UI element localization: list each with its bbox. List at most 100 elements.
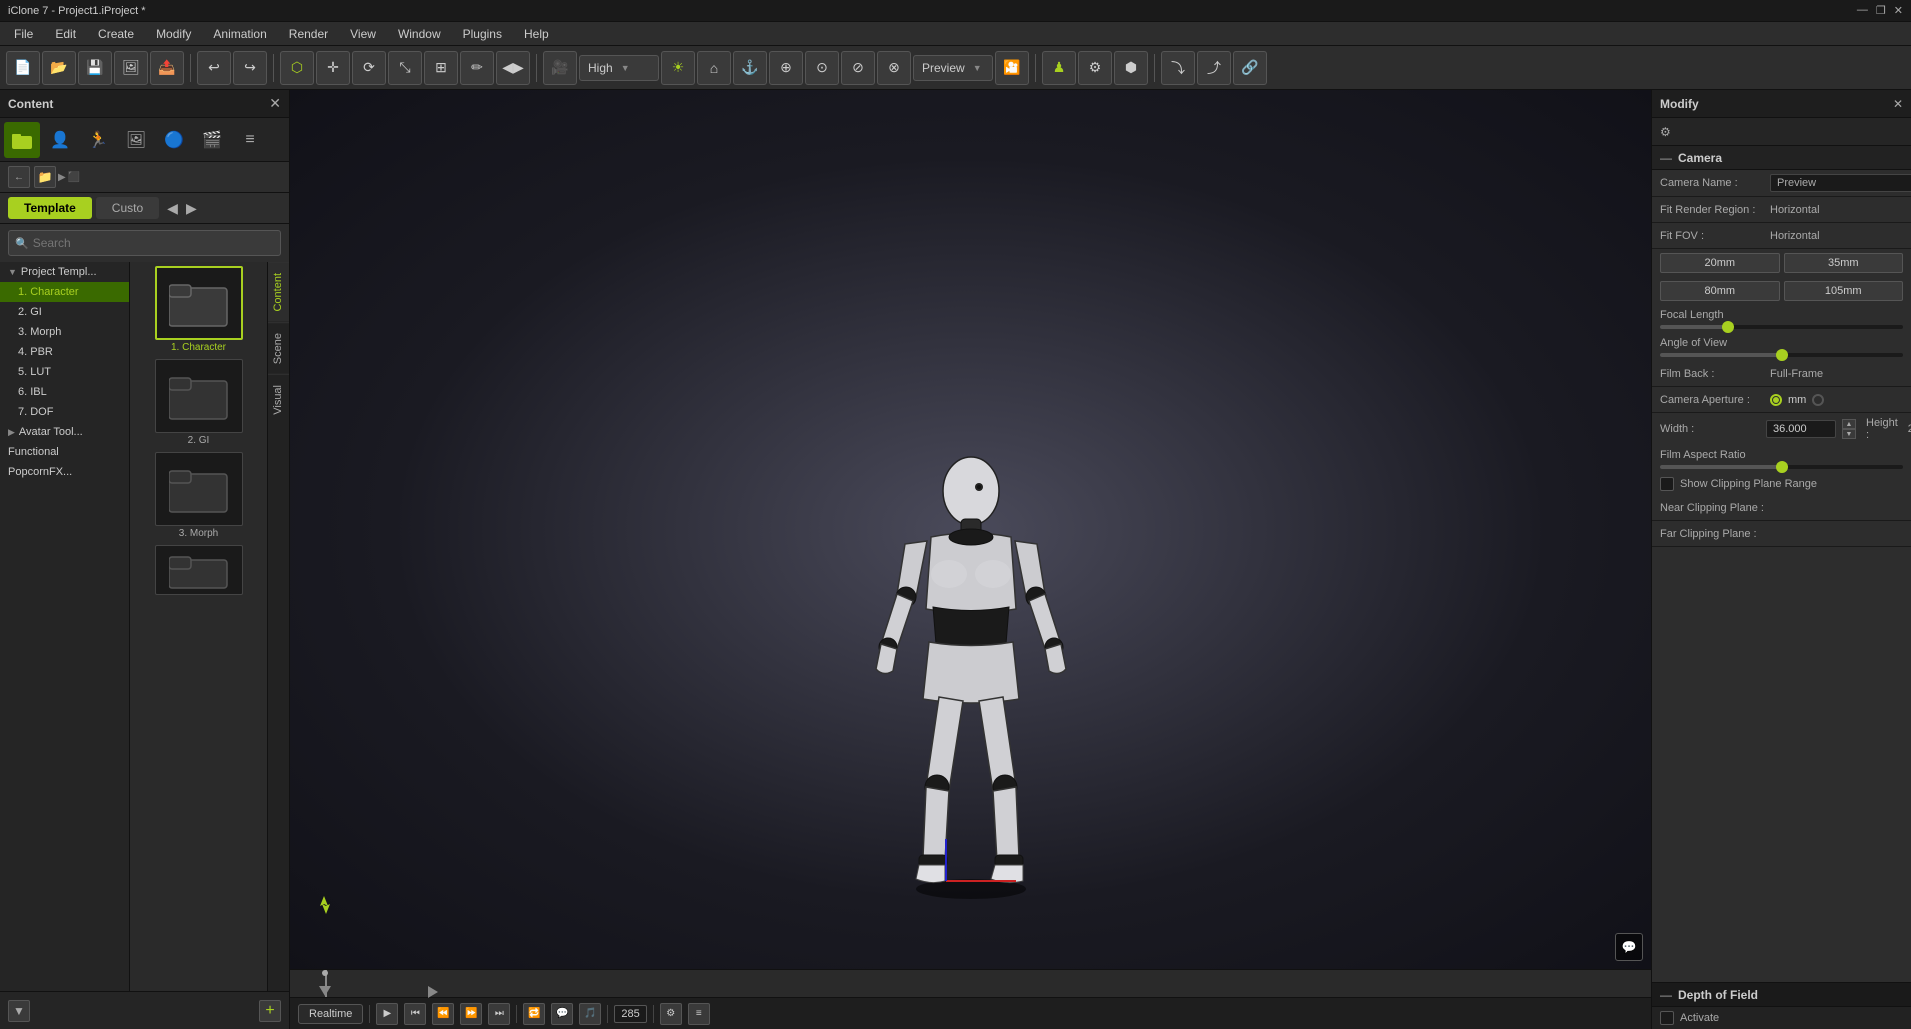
select-tool[interactable]: ⬡: [280, 51, 314, 85]
render-button[interactable]: 🖼: [114, 51, 148, 85]
rotate-tool[interactable]: ⟳: [352, 51, 386, 85]
width-input[interactable]: [1766, 420, 1836, 438]
tab-nav-arrow[interactable]: ◀: [167, 200, 178, 217]
anchor-btn[interactable]: ⚓: [733, 51, 767, 85]
aspect-track[interactable]: [1660, 465, 1903, 469]
tab-folder[interactable]: [4, 122, 40, 158]
settings-button[interactable]: ⚙: [660, 1003, 682, 1025]
aov-track[interactable]: [1660, 353, 1903, 357]
tab-character[interactable]: 👤: [42, 122, 78, 158]
focal-35mm[interactable]: 35mm: [1784, 253, 1904, 273]
thumb-character-img[interactable]: [155, 266, 243, 340]
realtime-button[interactable]: Realtime: [298, 1004, 363, 1024]
tab-image[interactable]: 🖼: [118, 122, 154, 158]
timeline-track[interactable]: [290, 970, 1651, 997]
thumb-morph[interactable]: 3. Morph: [134, 452, 263, 539]
history-back[interactable]: ←: [8, 166, 30, 188]
viewport[interactable]: 💬: [290, 90, 1651, 969]
draw-tool[interactable]: ✏: [460, 51, 494, 85]
loop-button[interactable]: 🔁: [523, 1003, 545, 1025]
vtab-visual[interactable]: Visual: [268, 374, 289, 425]
transform-tool[interactable]: ⊞: [424, 51, 458, 85]
aperture-radio-mm[interactable]: [1770, 394, 1782, 406]
next-frame-button[interactable]: ⏩: [460, 1003, 482, 1025]
clipping-checkbox[interactable]: [1660, 477, 1674, 491]
aperture-radio-other[interactable]: [1812, 394, 1824, 406]
layer-prev[interactable]: ◀▶: [496, 51, 530, 85]
camera-section-header[interactable]: — Camera: [1652, 146, 1911, 170]
menu-view[interactable]: View: [340, 25, 386, 43]
tab-scene[interactable]: 🔵: [156, 122, 192, 158]
undo-button[interactable]: ↩: [197, 51, 231, 85]
custom-tab[interactable]: Custo: [96, 197, 159, 219]
width-down[interactable]: ▼: [1842, 429, 1856, 439]
menu-create[interactable]: Create: [88, 25, 144, 43]
link-btn[interactable]: 🔗: [1233, 51, 1267, 85]
aspect-thumb[interactable]: [1776, 461, 1788, 473]
gizmo1[interactable]: ⊕: [769, 51, 803, 85]
timeline-playhead[interactable]: [322, 970, 328, 976]
tree-item-lut[interactable]: 5. LUT: [0, 362, 129, 382]
to-start-button[interactable]: ⏮: [404, 1003, 426, 1025]
tab-movie[interactable]: 🎬: [194, 122, 230, 158]
vtab-scene[interactable]: Scene: [268, 322, 289, 374]
comment-btn[interactable]: 💬: [1615, 933, 1643, 961]
menu-modify[interactable]: Modify: [146, 25, 201, 43]
add-btn[interactable]: +: [259, 1000, 281, 1022]
menu-edit[interactable]: Edit: [45, 25, 86, 43]
play-button[interactable]: ▶: [376, 1003, 398, 1025]
menu-file[interactable]: File: [4, 25, 43, 43]
thumb-gi[interactable]: 2. GI: [134, 359, 263, 446]
thumb-morph-img[interactable]: [155, 452, 243, 526]
pivot-btn[interactable]: ⌂: [697, 51, 731, 85]
tree-item-gi[interactable]: 2. GI: [0, 302, 129, 322]
camera-view[interactable]: 🎥: [543, 51, 577, 85]
gizmo4[interactable]: ⊗: [877, 51, 911, 85]
menu-plugins[interactable]: Plugins: [453, 25, 512, 43]
camera-rec[interactable]: 🎦: [995, 51, 1029, 85]
thumb-character[interactable]: 1. Character: [134, 266, 263, 353]
focal-length-thumb[interactable]: [1722, 321, 1734, 333]
thumb-gi-img[interactable]: [155, 359, 243, 433]
content-panel-close[interactable]: ✕: [269, 95, 281, 112]
menu-render[interactable]: Render: [279, 25, 338, 43]
ik-btn[interactable]: ⚙: [1078, 51, 1112, 85]
scroll-down-btn[interactable]: ▼: [8, 1000, 30, 1022]
menu-animation[interactable]: Animation: [203, 25, 276, 43]
gizmo3[interactable]: ⊘: [841, 51, 875, 85]
prev-frame-button[interactable]: ⏪: [432, 1003, 454, 1025]
sun-light[interactable]: ☀: [661, 51, 695, 85]
dof-header[interactable]: — Depth of Field: [1652, 983, 1911, 1007]
redo-button[interactable]: ↪: [233, 51, 267, 85]
camera-name-input[interactable]: [1770, 174, 1911, 192]
tree-item-avatar[interactable]: ▶ Avatar Tool...: [0, 422, 129, 442]
vtab-content[interactable]: Content: [268, 262, 289, 322]
tab-more[interactable]: ≡: [232, 122, 268, 158]
template-tab[interactable]: Template: [8, 197, 92, 219]
menu-window[interactable]: Window: [388, 25, 451, 43]
to-end-button[interactable]: ⏭: [488, 1003, 510, 1025]
audio-button[interactable]: 🎵: [579, 1003, 601, 1025]
tree-item-popcorn[interactable]: PopcornFX...: [0, 462, 129, 482]
focal-20mm[interactable]: 20mm: [1660, 253, 1780, 273]
move-tool[interactable]: ✛: [316, 51, 350, 85]
focal-length-track[interactable]: [1660, 325, 1903, 329]
export-button[interactable]: 📤: [150, 51, 184, 85]
tab-nav-arrow2[interactable]: ▶: [186, 200, 197, 217]
char-edit[interactable]: ♟: [1042, 51, 1076, 85]
focal-105mm[interactable]: 105mm: [1784, 281, 1904, 301]
titlebar-controls[interactable]: — ❐ ✕: [1857, 4, 1903, 17]
maximize-btn[interactable]: ❐: [1876, 4, 1886, 17]
minimize-btn[interactable]: —: [1857, 4, 1868, 17]
search-input[interactable]: [33, 236, 274, 250]
width-up[interactable]: ▲: [1842, 419, 1856, 429]
save-button[interactable]: 💾: [78, 51, 112, 85]
close-btn[interactable]: ✕: [1894, 4, 1903, 17]
props-btn[interactable]: ⬢: [1114, 51, 1148, 85]
modify-close[interactable]: ✕: [1893, 97, 1903, 111]
open-button[interactable]: 📂: [42, 51, 76, 85]
new-button[interactable]: 📄: [6, 51, 40, 85]
thumb-pbr[interactable]: [134, 545, 263, 595]
tree-item-pbr[interactable]: 4. PBR: [0, 342, 129, 362]
tree-root[interactable]: ▼ Project Templ...: [0, 262, 129, 282]
